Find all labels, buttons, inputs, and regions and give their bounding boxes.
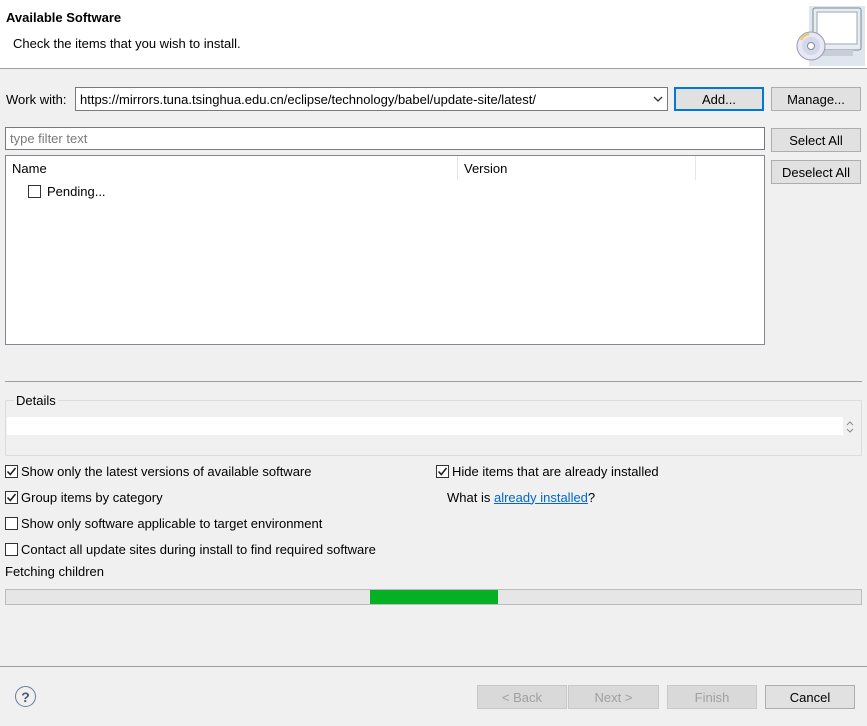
group-by-category-checkbox[interactable] [5, 490, 18, 504]
column-version[interactable]: Version [458, 156, 696, 180]
finish-button[interactable]: Finish [667, 685, 757, 709]
what-is-prefix: What is [447, 489, 494, 505]
group-by-category-label: Group items by category [21, 489, 163, 505]
deselect-all-button[interactable]: Deselect All [771, 160, 861, 184]
check-icon [6, 467, 17, 476]
help-icon[interactable]: ? [15, 686, 36, 707]
what-is-suffix: ? [587, 489, 596, 505]
option-target-env[interactable]: Show only software applicable to target … [5, 514, 322, 532]
check-icon [6, 493, 17, 502]
option-latest-versions[interactable]: Show only the latest versions of availab… [5, 462, 312, 480]
select-all-button[interactable]: Select All [771, 128, 861, 152]
details-title: Details [14, 393, 58, 408]
latest-versions-checkbox[interactable] [5, 464, 18, 478]
dialog-header: Available Software Check the items that … [0, 0, 867, 69]
option-hide-installed[interactable]: Hide items that are already installed [436, 462, 659, 480]
page-title: Available Software [6, 10, 122, 25]
tree-header: Name Version [6, 156, 764, 180]
work-with-combo[interactable]: https://mirrors.tuna.tsinghua.edu.cn/ecl… [75, 87, 668, 111]
page-description: Check the items that you wish to install… [13, 36, 241, 51]
manage-button[interactable]: Manage... [771, 87, 861, 111]
progress-bar [5, 589, 862, 605]
already-installed-link[interactable]: already installed [494, 490, 588, 505]
check-icon [437, 467, 448, 476]
divider [5, 381, 862, 382]
tree-item-label: Pending... [47, 183, 106, 199]
column-name[interactable]: Name [6, 156, 458, 180]
option-contact-sites[interactable]: Contact all update sites during install … [5, 540, 376, 558]
back-button[interactable]: < Back [477, 685, 567, 709]
add-button[interactable]: Add... [674, 87, 764, 111]
cancel-button[interactable]: Cancel [765, 685, 855, 709]
details-text [7, 417, 843, 435]
filter-input[interactable] [5, 127, 765, 150]
latest-versions-label: Show only the latest versions of availab… [21, 463, 312, 479]
next-button[interactable]: Next > [568, 685, 659, 709]
work-with-label: Work with: [6, 92, 67, 107]
software-tree[interactable]: Name Version Pending... [5, 155, 765, 345]
tree-item-checkbox[interactable] [28, 184, 41, 198]
contact-sites-checkbox[interactable] [5, 542, 18, 556]
target-env-label: Show only software applicable to target … [21, 515, 323, 531]
option-group-by-category[interactable]: Group items by category [5, 488, 163, 506]
monitor-cd-icon [795, 4, 867, 66]
chevron-down-icon[interactable] [649, 88, 667, 110]
status-text: Fetching children [5, 564, 104, 579]
contact-sites-label: Contact all update sites during install … [21, 541, 376, 557]
work-with-value[interactable]: https://mirrors.tuna.tsinghua.edu.cn/ecl… [80, 92, 649, 107]
scroll-arrows-icon[interactable] [843, 417, 857, 437]
hide-installed-label: Hide items that are already installed [452, 463, 659, 479]
footer-divider [0, 666, 867, 667]
progress-fill [370, 590, 498, 604]
target-env-checkbox[interactable] [5, 516, 18, 530]
hide-installed-checkbox[interactable] [436, 464, 449, 478]
tree-item[interactable]: Pending... [28, 182, 106, 200]
what-is-installed: What is already installed? [447, 488, 595, 506]
